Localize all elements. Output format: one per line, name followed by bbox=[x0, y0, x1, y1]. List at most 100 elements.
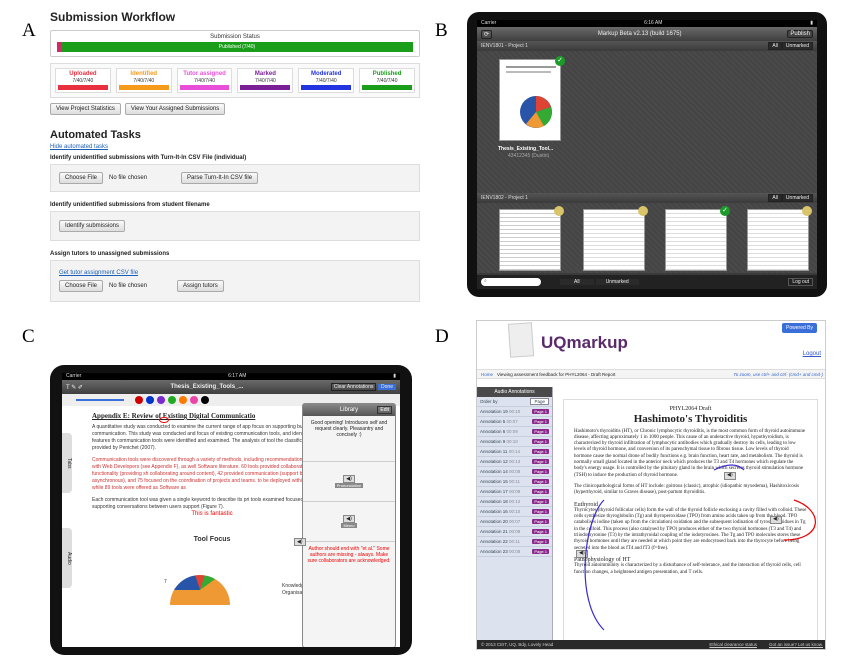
bottom-filter-all[interactable]: All bbox=[559, 278, 595, 286]
view-project-statistics-button[interactable]: View Project Statistics bbox=[50, 103, 121, 115]
library-clip-2[interactable]: ◀) Memo bbox=[303, 502, 395, 542]
submission-thumbnail-3[interactable] bbox=[583, 206, 648, 271]
annotation-row[interactable]: Annotation 9 00:10 Page 1 bbox=[477, 437, 552, 447]
logo-page-icon bbox=[507, 322, 535, 358]
hide-automated-tasks-link[interactable]: Hide automated tasks bbox=[50, 144, 420, 150]
annotation-page-badge: Page 1 bbox=[532, 479, 549, 484]
annotation-row[interactable]: Annotation 18 00:12 Page 1 bbox=[477, 497, 552, 507]
step-bar bbox=[301, 85, 352, 90]
status-bar-c: Carrier 6:17 AM ▮ bbox=[62, 373, 400, 380]
footer-ethics-link[interactable]: Ethical clearance status bbox=[709, 642, 757, 647]
handwritten-comment: This is fantastic bbox=[191, 511, 233, 517]
annotation-row[interactable]: Annotation 20 00:07 Page 1 bbox=[477, 517, 552, 527]
library-edit-button[interactable]: Edit bbox=[377, 406, 392, 414]
bottom-toolbar: ⌕ All Unmarked Log out bbox=[477, 275, 817, 289]
logout-link[interactable]: Logout bbox=[803, 351, 821, 357]
step-name: Published bbox=[372, 71, 402, 77]
annotation-row[interactable]: Annotation 12 00:13 Page 1 bbox=[477, 457, 552, 467]
submission-thumbnail-5[interactable] bbox=[747, 206, 812, 271]
annotation-row[interactable]: Annotation 16 00:10 Page 1 bbox=[477, 507, 552, 517]
done-button[interactable]: Done bbox=[378, 384, 396, 390]
footer-feedback-link[interactable]: Got an issue? Let us know. bbox=[769, 642, 823, 647]
filter-all-2[interactable]: All bbox=[768, 194, 782, 202]
annotation-row[interactable]: Annotation 5 00:07 Page 1 bbox=[477, 417, 552, 427]
clear-annotations-button[interactable]: Clear Annotations bbox=[330, 383, 377, 391]
choose-file-button-2[interactable]: Choose File bbox=[59, 280, 104, 292]
zoom-hint: To zoom, use ctrl+ and ctrl- (cmd+ and c… bbox=[733, 371, 823, 377]
speaker-icon-2: ◀) bbox=[343, 515, 355, 523]
choose-file-button-1[interactable]: Choose File bbox=[59, 172, 104, 184]
submission-thumbnail-4[interactable]: ✓ bbox=[665, 206, 730, 271]
breadcrumb-home[interactable]: Home bbox=[481, 372, 493, 377]
pending-icon-3 bbox=[802, 206, 812, 216]
ink-annotations bbox=[584, 464, 816, 631]
appendix-heading: Appendix E: Review of Existing Digital C… bbox=[92, 412, 256, 420]
text-tool-icon[interactable]: T ✎ ✐ bbox=[66, 384, 83, 391]
ipad-annotation-frame: Carrier 6:17 AM ▮ T ✎ ✐ Thesis_Existing_To… bbox=[50, 365, 412, 655]
order-by-label: Order by bbox=[480, 399, 498, 404]
annotation-row[interactable]: Annotation 17 00:09 Page 1 bbox=[477, 487, 552, 497]
annotation-row[interactable]: Annotation 23 00:08 Page 1 bbox=[477, 547, 552, 557]
logout-button[interactable]: Log out bbox=[788, 278, 813, 286]
annotation-label: Annotation 23 bbox=[480, 549, 508, 554]
identify-submissions-button[interactable]: Identify submissions bbox=[59, 220, 126, 232]
annotation-label: Annotation 22 bbox=[480, 539, 508, 544]
submission-thumbnail-2[interactable] bbox=[499, 206, 564, 271]
carrier-text: Carrier bbox=[481, 20, 497, 26]
annotation-row[interactable]: Annotation 14 00:08 Page 1 bbox=[477, 467, 552, 477]
pending-icon-2 bbox=[638, 206, 648, 216]
bottom-filter-unmarked[interactable]: Unmarked bbox=[594, 278, 640, 286]
document-title: Thesis_Existing_Tools_... bbox=[170, 384, 244, 390]
step-name: Uploaded bbox=[69, 71, 97, 77]
refresh-icon[interactable]: ⟳ bbox=[481, 29, 493, 39]
color-swatch[interactable] bbox=[201, 396, 209, 404]
annotation-page-badge: Page 1 bbox=[532, 499, 549, 504]
library-comment-1[interactable]: Good opening! Introduces self and reques… bbox=[303, 416, 395, 462]
library-clip-1[interactable]: ◀) Pronunciation bbox=[303, 462, 395, 502]
filter-unmarked-1[interactable]: Unmarked bbox=[781, 42, 813, 50]
search-input[interactable]: ⌕ bbox=[481, 278, 541, 286]
tab-audio[interactable]: Audio bbox=[62, 528, 72, 588]
library-comment-2[interactable]: Author should end with "et al." Some aut… bbox=[303, 542, 395, 568]
color-swatch[interactable] bbox=[168, 396, 176, 404]
order-by-select[interactable]: Page bbox=[530, 398, 549, 405]
annotation-row[interactable]: Annotation 15 00:11 Page 1 bbox=[477, 477, 552, 487]
annotation-row[interactable]: Annotation 19 00:10 Page 1 bbox=[477, 407, 552, 417]
panel-label-c: C bbox=[22, 326, 35, 347]
ipad-markup-frame: Carrier 6:16 AM ▮ ⟳ Markup Beta v2.13 (bui… bbox=[467, 12, 827, 297]
speaker-icon: ◀) bbox=[343, 475, 355, 483]
annotation-row[interactable]: Annotation 22 00:11 Page 1 bbox=[477, 537, 552, 547]
annotation-row[interactable]: Annotation 21 00:09 Page 1 bbox=[477, 527, 552, 537]
tutor-csv-link[interactable]: Get tutor assignment CSV file bbox=[59, 270, 138, 276]
parse-turnitin-button[interactable]: Parse Turn-It-In CSV file bbox=[181, 172, 259, 184]
color-swatch[interactable] bbox=[135, 396, 143, 404]
color-swatch[interactable] bbox=[146, 396, 154, 404]
color-swatch[interactable] bbox=[190, 396, 198, 404]
tab-tabs[interactable]: Tabs bbox=[62, 433, 72, 493]
annotation-time: 00:13 bbox=[509, 459, 521, 464]
automated-tasks-title: Automated Tasks bbox=[50, 129, 141, 141]
color-swatch[interactable] bbox=[179, 396, 187, 404]
annotation-toolbar: T ✎ ✐ Thesis_Existing_Tools_... Clear An… bbox=[62, 380, 400, 394]
panel-label-a: A bbox=[22, 20, 36, 41]
annotation-label: Annotation 18 bbox=[480, 499, 508, 504]
annotation-label: Annotation 19 bbox=[480, 409, 508, 414]
audio-annotations-header: Audio Annotations bbox=[477, 387, 552, 397]
pen-size-slider[interactable] bbox=[76, 399, 124, 401]
annotation-page-badge: Page 1 bbox=[532, 489, 549, 494]
publish-button[interactable]: Publish bbox=[787, 30, 813, 38]
web-footer: © 2013 CEIT, UQ. Bdy, Lovely Head Ethica… bbox=[477, 640, 825, 649]
view-assigned-submissions-button[interactable]: View Your Assigned Submissions bbox=[124, 103, 226, 115]
section-header-1: IENV1801 - Project 1 All Unmarked bbox=[477, 41, 817, 51]
annotation-row[interactable]: Annotation 6 00:09 Page 1 bbox=[477, 427, 552, 437]
filter-all-1[interactable]: All bbox=[768, 42, 782, 50]
section-2-title: IENV1802 - Project 1 bbox=[481, 195, 528, 201]
annotation-row[interactable]: Annotation 11 00:14 Page 1 bbox=[477, 447, 552, 457]
filter-unmarked-2[interactable]: Unmarked bbox=[781, 194, 813, 202]
annotation-list: Annotation 19 00:10 Page 1 Annotation 5 00… bbox=[477, 407, 552, 557]
annotation-time: 00:07 bbox=[509, 519, 521, 524]
submission-thumbnail[interactable]: ✓ Thesis_Existing_Tool... 43412345 (Dust… bbox=[498, 56, 565, 159]
assign-tutors-button[interactable]: Assign tutors bbox=[177, 280, 224, 292]
color-swatch[interactable] bbox=[157, 396, 165, 404]
audio-annotation-icon[interactable]: ◀) bbox=[294, 538, 306, 546]
